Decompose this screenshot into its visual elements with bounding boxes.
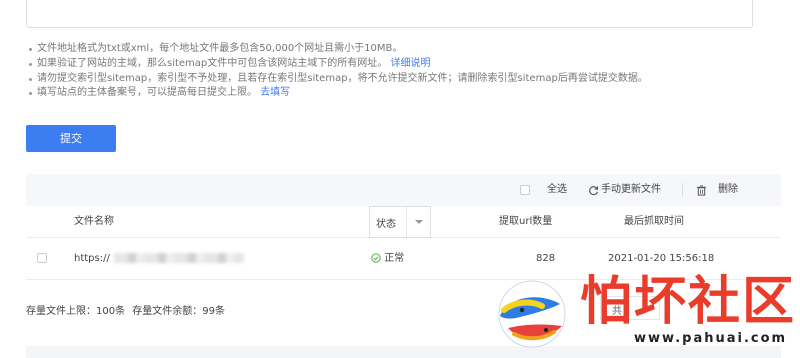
chevron-down-icon <box>407 220 430 224</box>
trash-icon <box>696 184 707 196</box>
sitemap-url-textarea[interactable] <box>26 0 753 28</box>
fill-in-link[interactable]: 去填写 <box>260 87 290 98</box>
manual-update-button[interactable]: 手动更新文件 <box>588 174 661 206</box>
filename-cell: https:// <box>74 238 244 280</box>
column-header-url-count: 提取url数量 <box>499 216 553 227</box>
watermark-text: 怕坏社区 <box>580 272 797 332</box>
storage-stats: 存量文件上限：100条 存量文件余额：99条 <box>26 306 226 317</box>
delete-button[interactable]: 删除 <box>696 174 738 206</box>
column-header-status: 状态 <box>376 218 396 230</box>
watermark-url: www.pahuai.com <box>634 331 788 346</box>
column-header-filename: 文件名称 <box>74 216 114 227</box>
row-checkbox-cell[interactable] <box>37 238 47 280</box>
refresh-icon <box>589 185 599 195</box>
note-item: 填写站点的主体备案号，可以提高每日提交上限。 去填写 <box>28 86 768 101</box>
note-item: 文件地址格式为txt或xml，每个地址文件最多包含50,000个网址且需小于10… <box>28 42 768 57</box>
table-toolbar: 全选 手动更新文件 删除 <box>26 174 781 206</box>
column-header-last-fetch: 最后抓取时间 <box>624 216 684 227</box>
manual-update-label: 手动更新文件 <box>601 184 661 195</box>
table-header: 文件名称 状态 提取url数量 最后抓取时间 <box>26 206 781 238</box>
select-all-control[interactable]: 全选 <box>520 174 567 206</box>
toolbar-divider <box>682 183 683 197</box>
details-link[interactable]: 详细说明 <box>390 58 430 69</box>
note-item: 请勿提交索引型sitemap，索引型不予处理，且若存在索引型sitemap，将不… <box>28 72 768 87</box>
sitemap-table: 全选 手动更新文件 删除 文件名称 状态 提取url数量 最后抓取时间 http… <box>26 174 781 280</box>
select-all-checkbox[interactable] <box>520 185 530 195</box>
row-checkbox[interactable] <box>37 253 47 263</box>
submit-button[interactable]: 提交 <box>26 125 116 152</box>
status-cell: 正常 <box>371 238 404 280</box>
instruction-notes: 文件地址格式为txt或xml，每个地址文件最多包含50,000个网址且需小于10… <box>28 42 768 101</box>
watermark: 怕坏社区 www.pahuai.com <box>484 270 794 358</box>
fish-logo-icon <box>498 280 566 348</box>
note-item: 如果验证了网站的主域，那么sitemap文件中可包含该网站主域下的所有网址。 详… <box>28 57 768 72</box>
status-filter-dropdown[interactable]: 状态 <box>369 206 431 238</box>
delete-label: 删除 <box>718 184 738 195</box>
redacted-url <box>113 253 244 263</box>
check-circle-icon <box>371 253 381 263</box>
select-all-label: 全选 <box>547 184 567 195</box>
